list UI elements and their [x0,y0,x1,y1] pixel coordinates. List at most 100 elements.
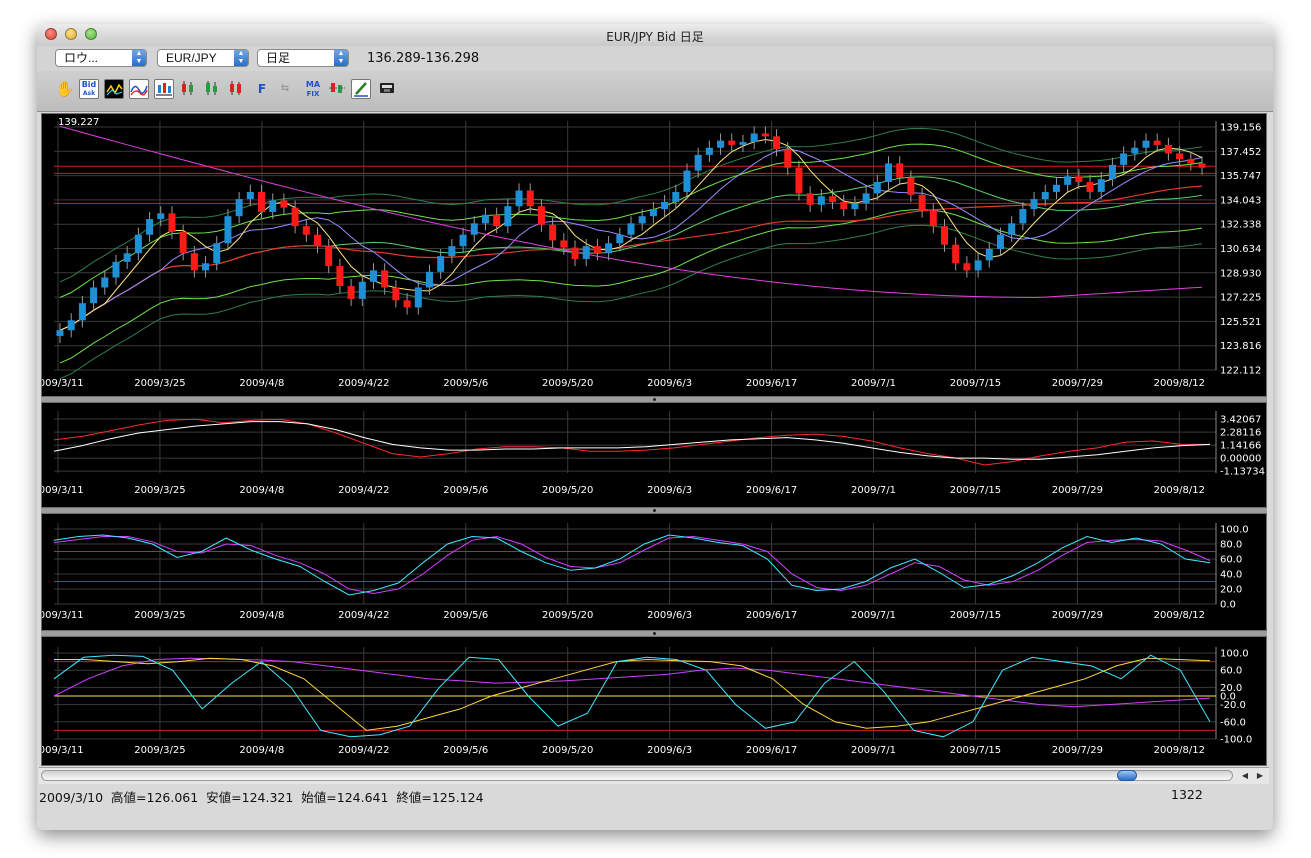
y-tick-label: 128.930 [1220,268,1261,279]
candle-body [336,266,344,287]
candle-body [224,216,232,244]
candle-body [235,199,243,217]
divider-handle[interactable] [653,509,656,512]
candle-body [537,206,545,225]
candlestick-chart-icon[interactable] [154,79,174,99]
candle-body [448,246,456,257]
oscillator-icon-graphic [106,83,123,96]
period-select[interactable]: 日足 ▲ ▼ [257,49,349,67]
candle-body [649,209,657,217]
tool-icons-bar: ✋ Bid Ask F ⇆ MA FIX [37,71,1273,112]
candle-body [829,196,837,202]
y-tick-label: 123.816 [1220,341,1261,352]
pencil-icon[interactable] [351,79,371,99]
candle-body [1052,184,1060,192]
scroll-left-arrow-icon[interactable]: ◀ [1238,769,1252,782]
y-tick-label: 40.0 [1220,570,1242,581]
candle-body [314,234,322,247]
stochastics-panel[interactable]: 2009/3/11 2009/3/25 2009/4/8 2009/4/22 2009/… [41,513,1267,631]
divider-handle[interactable] [653,632,656,635]
candle-green-icon[interactable] [202,79,222,99]
candle-body [190,253,198,271]
candle-body [1164,144,1172,154]
stoch-d-line [53,535,1211,595]
chevron-updown-icon: ▲ ▼ [334,50,348,66]
x-tick-label: 2009/7/1 [851,610,896,621]
chart-type-select[interactable]: ロウ... ▲ ▼ [55,49,147,67]
candle-red-icon[interactable] [178,79,198,99]
candle-body [56,330,64,336]
candle-body [806,193,814,205]
divider-handle[interactable] [653,398,656,401]
candle-body [67,320,75,331]
scroll-right-arrow-icon[interactable]: ▶ [1253,769,1267,782]
candle-body [481,214,489,224]
candle-body [896,163,904,178]
macd-panel[interactable]: 2009/3/11 2009/3/25 2009/4/8 2009/4/22 2009/… [41,402,1267,508]
candle-body [638,216,646,224]
scroll-thumb[interactable] [1117,770,1137,781]
rci-chart[interactable]: 2009/3/11 2009/3/25 2009/4/8 2009/4/22 2009/… [42,637,1266,765]
chart-type-value: ロウ... [64,51,99,65]
moving-average-icon[interactable] [129,79,149,99]
fix-icon[interactable]: F [252,79,272,99]
candle-body [549,224,557,241]
candle-body [616,234,624,244]
x-tick-label: 2009/7/29 [1052,378,1103,389]
pair-value: EUR/JPY [166,51,217,65]
candle-body [761,133,769,137]
hand-icon[interactable]: ✋ [55,79,75,99]
bar-count: 1322 [1171,787,1203,802]
pair-select[interactable]: EUR/JPY ▲ ▼ [157,49,249,67]
candle-body [873,181,881,194]
scroll-track[interactable] [41,770,1233,781]
candle-body [504,206,512,227]
y-tick-label: 80.0 [1220,540,1242,551]
candle-body [1176,153,1184,160]
candle-body [470,223,478,235]
y-tick-label: -20.0 [1220,700,1246,711]
period-value: 日足 [266,51,291,65]
pencil-graphic [354,82,368,97]
y-tick-label: 125.521 [1220,317,1261,328]
ma-fix-icon[interactable]: MA FIX [303,79,323,99]
title-bar[interactable]: EUR/JPY Bid 日足 [37,24,1273,47]
y-tick-label: 20.0 [1220,585,1242,596]
bid-ask-icon[interactable]: Bid Ask [79,79,99,99]
x-tick-label: 2009/7/29 [1052,485,1103,496]
candle-body [773,136,781,150]
save-icon[interactable] [377,79,397,99]
horizontal-scrollbar[interactable]: ◀ ▶ [39,767,1269,785]
y-tick-label: 0.00000 [1220,454,1261,465]
price-chart-panel[interactable]: 2009/3/11 2009/3/25 2009/4/8 2009/4/22 2009/… [41,113,1267,397]
x-tick-label: 2009/6/3 [647,485,692,496]
x-tick-label: 2009/6/3 [647,610,692,621]
candle-body [1153,140,1161,145]
candle-body [1064,176,1072,185]
candle-body [425,271,433,288]
candle-pair-icon[interactable] [226,79,246,99]
chart-settings-icon[interactable] [327,79,347,99]
candle-body [134,234,142,254]
chart-window: EUR/JPY Bid 日足 ロウ... ▲ ▼ EUR/JPY ▲ ▼ 日足 ▲ ▼… [37,24,1273,830]
candle-body [683,170,691,192]
oscillator-icon[interactable] [104,79,124,99]
x-tick-label: 2009/4/22 [338,378,389,389]
y-tick-label: 100.0 [1220,649,1249,660]
x-tick-label: 2009/8/12 [1154,378,1205,389]
rci-panel[interactable]: 2009/3/11 2009/3/25 2009/4/8 2009/4/22 2009/… [41,636,1267,766]
y-tick-label: -60.0 [1220,717,1246,728]
candle-body [717,140,725,148]
candle-body [291,207,299,227]
x-tick-label: 2009/4/8 [239,610,284,621]
disabled-tool-icon: ⇆ [280,83,290,94]
candle-body [1108,164,1116,180]
candle-pair-graphic [230,81,241,95]
price-chart[interactable]: 2009/3/11 2009/3/25 2009/4/8 2009/4/22 2009/… [42,114,1266,396]
x-tick-label: 2009/7/29 [1052,745,1103,756]
window-title: EUR/JPY Bid 日足 [606,30,704,44]
candle-body [437,256,445,272]
x-tick-label: 2009/6/17 [746,485,797,496]
stochastics-chart[interactable]: 2009/3/11 2009/3/25 2009/4/8 2009/4/22 2009/… [42,514,1266,630]
macd-chart[interactable]: 2009/3/11 2009/3/25 2009/4/8 2009/4/22 2009/… [42,403,1266,507]
